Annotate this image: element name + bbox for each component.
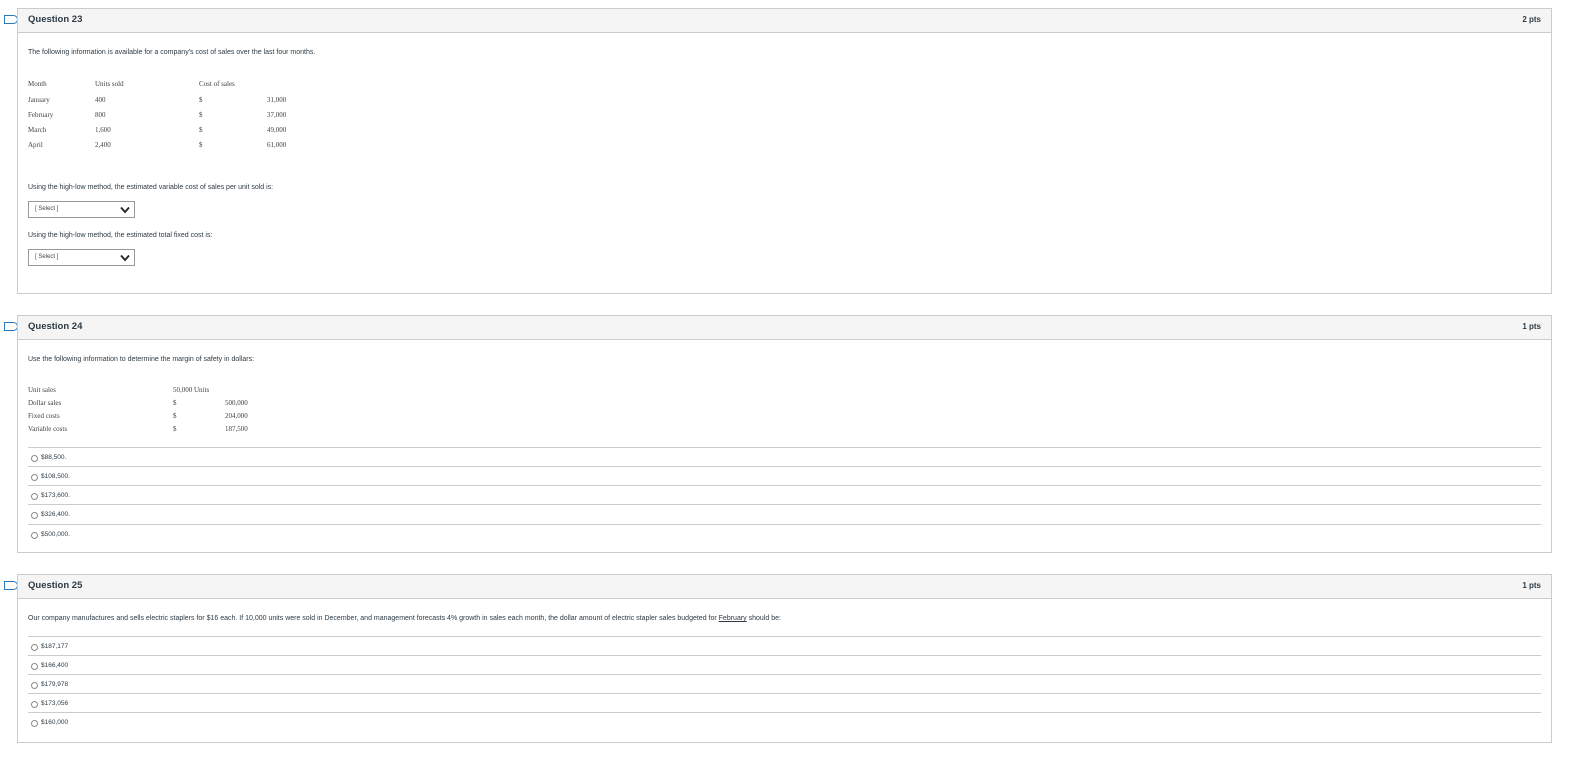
fixed-cost-select[interactable]: [ Select ] bbox=[28, 249, 135, 266]
radio-button[interactable] bbox=[31, 532, 38, 539]
answer-label: $160,000 bbox=[41, 719, 69, 726]
bookmark-flag-icon[interactable] bbox=[4, 15, 18, 24]
radio-button[interactable] bbox=[31, 701, 38, 708]
answer-option[interactable]: $173,600. bbox=[28, 485, 1541, 505]
table-cell: 31,000 bbox=[267, 96, 287, 104]
answer-option[interactable]: $88,500. bbox=[28, 447, 1541, 467]
question-points: 2 pts bbox=[1522, 15, 1541, 24]
answer-label: $173,056 bbox=[41, 700, 69, 707]
question-points: 1 pts bbox=[1522, 322, 1541, 331]
table-cell: $ bbox=[199, 126, 203, 134]
question-title: Question 23 bbox=[28, 14, 83, 25]
table-cell: Unit sales bbox=[28, 386, 56, 394]
table-cell: $ bbox=[199, 96, 203, 104]
question-text: Use the following information to determi… bbox=[28, 356, 255, 363]
radio-button[interactable] bbox=[31, 663, 38, 670]
answer-label: $187,177 bbox=[41, 643, 69, 650]
table-cell: February bbox=[28, 111, 54, 119]
table-cell: 37,000 bbox=[267, 111, 287, 119]
radio-button[interactable] bbox=[31, 720, 38, 727]
table-header: Month bbox=[28, 80, 47, 88]
question-header: Question 23 2 pts bbox=[18, 9, 1551, 33]
radio-button[interactable] bbox=[31, 455, 38, 462]
table-cell: 204,000 bbox=[225, 412, 248, 420]
table-cell: March bbox=[28, 126, 47, 134]
question-text: The following information is available f… bbox=[28, 49, 316, 56]
radio-button[interactable] bbox=[31, 512, 38, 519]
radio-button[interactable] bbox=[31, 682, 38, 689]
table-cell: 49,000 bbox=[267, 126, 287, 134]
table-cell: Variable costs bbox=[28, 425, 68, 433]
answer-label: $173,600. bbox=[41, 492, 70, 499]
table-cell: $ bbox=[173, 412, 177, 420]
table-cell: Fixed costs bbox=[28, 412, 60, 420]
table-header: Units sold bbox=[95, 80, 124, 88]
table-cell: $ bbox=[173, 399, 177, 407]
answer-label: $326,400. bbox=[41, 511, 70, 518]
table-cell: 2,400 bbox=[95, 141, 111, 149]
underlined-text: February bbox=[718, 615, 747, 622]
answer-label: $500,000. bbox=[41, 531, 70, 538]
radio-button[interactable] bbox=[31, 644, 38, 651]
table-cell: April bbox=[28, 141, 43, 149]
question-24: Question 24 1 pts Use the following info… bbox=[17, 315, 1552, 553]
table-header: Cost of sales bbox=[199, 80, 235, 88]
question-title: Question 25 bbox=[28, 580, 83, 591]
answer-option[interactable]: $166,400 bbox=[28, 655, 1541, 675]
table-cell: 187,500 bbox=[225, 425, 248, 433]
answer-label: $88,500. bbox=[41, 454, 67, 461]
bookmark-flag-icon[interactable] bbox=[4, 581, 18, 590]
question-prompt: Using the high-low method, the estimated… bbox=[28, 184, 274, 191]
answer-label: $179,978 bbox=[41, 681, 69, 688]
answer-option[interactable]: $326,400. bbox=[28, 504, 1541, 524]
question-header: Question 25 1 pts bbox=[18, 575, 1551, 599]
answer-label: $166,400 bbox=[41, 662, 69, 669]
question-text: Our company manufactures and sells elect… bbox=[28, 615, 781, 622]
select-placeholder: [ Select ] bbox=[35, 254, 59, 260]
radio-button[interactable] bbox=[31, 493, 38, 500]
select-placeholder: [ Select ] bbox=[35, 206, 59, 212]
table-cell: January bbox=[28, 96, 50, 104]
answer-option[interactable]: $173,056 bbox=[28, 693, 1541, 713]
table-cell: $ bbox=[173, 425, 177, 433]
answer-option[interactable]: $160,000 bbox=[28, 712, 1541, 732]
question-points: 1 pts bbox=[1522, 581, 1541, 590]
table-cell: 1,600 bbox=[95, 126, 111, 134]
question-prompt: Using the high-low method, the estimated… bbox=[28, 232, 213, 239]
table-cell: 400 bbox=[95, 96, 106, 104]
question-header: Question 24 1 pts bbox=[18, 316, 1551, 340]
chevron-down-icon bbox=[120, 206, 130, 214]
table-cell: 800 bbox=[95, 111, 106, 119]
chevron-down-icon bbox=[120, 254, 130, 262]
variable-cost-select[interactable]: [ Select ] bbox=[28, 201, 135, 218]
question-23: Question 23 2 pts The following informat… bbox=[17, 8, 1552, 294]
question-25: Question 25 1 pts Our company manufactur… bbox=[17, 574, 1552, 743]
table-cell: Dollar sales bbox=[28, 399, 62, 407]
table-cell: 61,000 bbox=[267, 141, 287, 149]
radio-button[interactable] bbox=[31, 474, 38, 481]
table-cell: $ bbox=[199, 111, 203, 119]
question-title: Question 24 bbox=[28, 321, 83, 332]
table-cell: 500,000 bbox=[225, 399, 248, 407]
table-cell: 50,000 Units bbox=[173, 386, 210, 394]
answer-option[interactable]: $187,177 bbox=[28, 636, 1541, 656]
question-text-part: Our company manufactures and sells elect… bbox=[28, 615, 719, 622]
question-text-part: should be: bbox=[746, 615, 781, 622]
bookmark-flag-icon[interactable] bbox=[4, 322, 18, 331]
answer-option[interactable]: $108,500. bbox=[28, 466, 1541, 486]
answer-label: $108,500. bbox=[41, 473, 70, 480]
answer-option[interactable]: $500,000. bbox=[28, 524, 1541, 544]
answer-option[interactable]: $179,978 bbox=[28, 674, 1541, 694]
table-cell: $ bbox=[199, 141, 203, 149]
